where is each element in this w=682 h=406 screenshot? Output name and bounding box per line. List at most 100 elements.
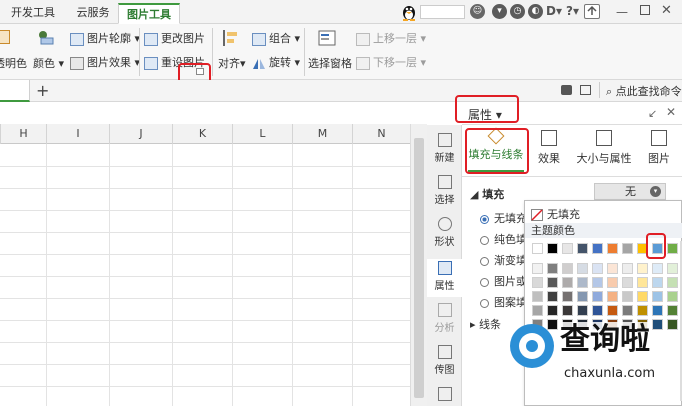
history-icon[interactable]: ◷ [510,4,525,19]
transparent-color-button[interactable]: 透明色 [0,55,27,71]
group-button[interactable]: 组合 ▾ [252,30,300,46]
close-pane-icon[interactable]: ✕ [666,105,676,119]
add-sheet-button[interactable]: + [36,81,49,100]
pin-icon[interactable] [561,85,572,95]
selection-pane-button[interactable]: 选择窗格 [308,55,352,71]
color-swatch[interactable] [607,277,618,288]
align-icon[interactable] [222,29,240,47]
scrollbar-thumb[interactable] [414,138,424,398]
sheet-tab[interactable] [0,80,30,102]
color-swatch[interactable] [667,243,678,254]
sidebar-item-shape[interactable]: 形状 [427,217,462,248]
color-swatch[interactable] [577,243,588,254]
color-swatch[interactable] [592,277,603,288]
account-name-field[interactable] [420,5,465,19]
color-swatch[interactable] [622,243,633,254]
color-swatch[interactable] [607,291,618,302]
color-swatch[interactable] [532,291,543,302]
color-swatch[interactable] [562,263,573,274]
restore-icon[interactable] [640,5,650,15]
color-swatch[interactable] [652,291,663,302]
fill-type-dropdown[interactable]: 无 ▾ [594,183,666,200]
color-swatch[interactable] [577,291,588,302]
fill-option[interactable]: 图片或 [480,273,527,289]
color-swatch[interactable] [562,291,573,302]
color-swatch[interactable] [547,305,558,316]
color-icon[interactable] [37,29,55,45]
column-header[interactable]: N [352,124,410,144]
font-icon[interactable]: ◐ [528,4,543,19]
color-button[interactable]: 颜色 ▾ [33,55,64,71]
color-swatch[interactable] [667,319,678,330]
color-swatch[interactable] [667,277,678,288]
sidebar-item-analyze[interactable]: 分析 [427,303,462,334]
tab-developer-tools[interactable]: 开发工具 [4,3,62,24]
fill-option[interactable]: 渐变填 [480,252,527,268]
color-swatch[interactable] [652,305,663,316]
vertical-scrollbar[interactable] [410,124,427,406]
sidebar-item-new[interactable]: 新建 [427,133,462,164]
tab-size-and-properties[interactable]: 大小与属性 [572,130,636,166]
color-swatch[interactable] [637,277,648,288]
close-icon[interactable]: ✕ [661,3,672,18]
color-swatch[interactable] [622,291,633,302]
color-swatch[interactable] [622,305,633,316]
sidebar-item-upload[interactable]: 传图 [427,345,462,376]
help-icon[interactable]: ?▾ [566,4,579,18]
color-swatch[interactable] [652,319,663,330]
fill-option[interactable]: 无填充 [480,210,527,226]
color-swatch[interactable] [667,263,678,274]
color-swatch[interactable] [547,277,558,288]
color-swatch[interactable] [562,305,573,316]
color-swatch[interactable] [547,319,558,330]
line-section-header[interactable]: ▸ 线条 [470,316,501,332]
color-swatch[interactable] [532,263,543,274]
column-header[interactable]: H [0,124,46,144]
change-picture-button[interactable]: 更改图片 [144,30,205,46]
collapse-pane-icon[interactable]: ↙ [648,107,657,120]
color-swatch[interactable] [592,263,603,274]
color-swatch[interactable] [607,243,618,254]
color-swatch[interactable] [547,263,558,274]
picture-effect-button[interactable]: 图片效果 ▾ [70,54,140,70]
tab-picture[interactable]: 图片 [642,130,676,166]
color-swatch[interactable] [577,305,588,316]
color-swatch[interactable] [532,305,543,316]
color-swatch[interactable] [547,243,558,254]
color-swatch[interactable] [562,277,573,288]
emoji-icon[interactable]: ☺ [470,4,485,19]
color-swatch[interactable] [592,243,603,254]
transparent-color-icon[interactable] [0,30,10,44]
color-swatch[interactable] [592,291,603,302]
fill-option[interactable]: 纯色填 [480,231,527,247]
column-header[interactable]: J [109,124,172,144]
color-swatch[interactable] [532,277,543,288]
tab-cloud-service[interactable]: 云服务 [68,3,118,24]
command-search[interactable]: ⌕ 点此查找命令 [606,83,682,99]
column-header[interactable]: L [232,124,292,144]
column-header[interactable]: M [292,124,352,144]
color-swatch[interactable] [577,263,588,274]
format-icon[interactable]: D▾ [546,4,562,18]
color-swatch[interactable] [547,291,558,302]
sidebar-item-properties[interactable]: 属性 [427,259,462,297]
color-swatch[interactable] [637,291,648,302]
fill-option[interactable]: 图案填 [480,294,527,310]
picture-outline-button[interactable]: 图片轮廓 ▾ [70,30,140,46]
spreadsheet-grid[interactable]: H I J K L M N [0,102,410,406]
color-swatch[interactable] [667,291,678,302]
color-swatch[interactable] [652,277,663,288]
color-swatch[interactable] [652,263,663,274]
sidebar-item-select[interactable]: 选择 [427,175,462,206]
arrow-icon[interactable]: ▾ [492,4,507,19]
column-header[interactable]: K [172,124,232,144]
minimize-icon[interactable]: — [616,5,628,19]
export-icon[interactable] [584,4,600,19]
color-swatch[interactable] [592,305,603,316]
tab-effects[interactable]: 效果 [532,130,566,166]
color-swatch[interactable] [562,243,573,254]
window-icon[interactable] [580,85,591,95]
color-swatch[interactable] [667,305,678,316]
color-swatch[interactable] [607,305,618,316]
color-swatch[interactable] [637,263,648,274]
